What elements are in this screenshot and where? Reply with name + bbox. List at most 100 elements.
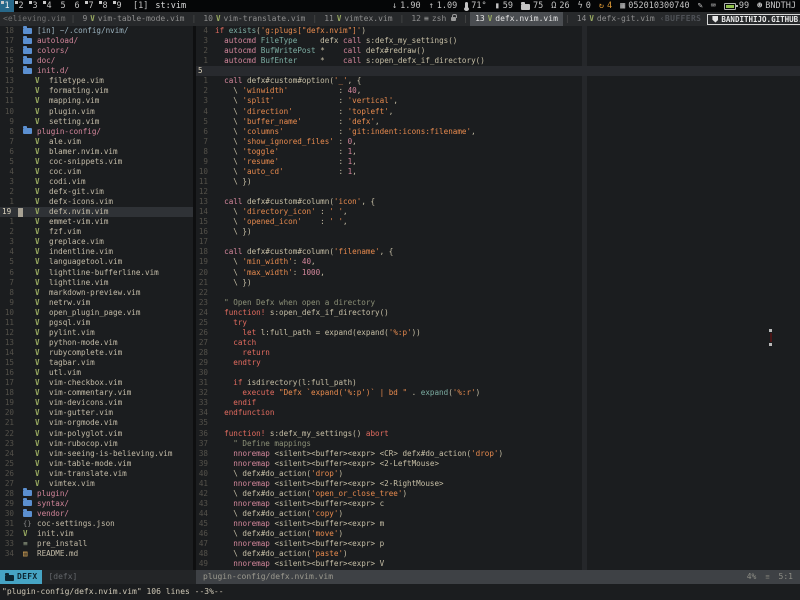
tree-item-filetype.vim[interactable]: 13Vfiletype.vim xyxy=(0,76,193,86)
code-line[interactable]: 23 " Open Defx when open a directory xyxy=(196,298,800,308)
workspace-tag-2[interactable]: 2 xyxy=(14,0,28,12)
workspace-tag-9[interactable]: 9 xyxy=(112,0,126,12)
tree-item-vendor[interactable]: 30vendor/ xyxy=(0,509,193,519)
code-line[interactable]: 40 \ defx#do_action('drop') xyxy=(196,469,800,479)
code-line[interactable]: 21 \ }) xyxy=(196,278,800,288)
buffer-tab-zsh[interactable]: 12≡zsh xyxy=(406,12,461,26)
code-line[interactable]: 45 nnoremap <silent><buffer><expr> m xyxy=(196,519,800,529)
tree-item-blamer.nvim.vim[interactable]: 6Vblamer.nvim.vim xyxy=(0,147,193,157)
tree-item-colors[interactable]: 16colors/ xyxy=(0,46,193,56)
code-line[interactable]: 16 \ }) xyxy=(196,227,800,237)
tree-item-vim-polyglot.vim[interactable]: 22Vvim-polyglot.vim xyxy=(0,429,193,439)
code-line[interactable]: 9 \ 'resume' : 1, xyxy=(196,157,800,167)
code-line[interactable]: 5 xyxy=(196,66,800,76)
tree-item-languagetool.vim[interactable]: 5Vlanguagetool.vim xyxy=(0,257,193,267)
workspace-tag-3[interactable]: 3 xyxy=(28,0,42,12)
tree-item-rubycomplete.vim[interactable]: 14Vrubycomplete.vim xyxy=(0,348,193,358)
code-line[interactable]: 26 let l:full_path = expand(expand('%:p'… xyxy=(196,328,800,338)
workspace-tag-4[interactable]: 4 xyxy=(42,0,56,12)
tree-item-vimtex.vim[interactable]: 27Vvimtex.vim xyxy=(0,479,193,489)
code-line[interactable]: 14 \ 'directory_icon' : ' ', xyxy=(196,207,800,217)
code-line[interactable]: 35 xyxy=(196,418,800,428)
tree-item-codi.vim[interactable]: 3Vcodi.vim xyxy=(0,177,193,187)
tree-item-preinstall[interactable]: 33≡pre_install xyxy=(0,539,193,549)
tree-item-plugin.vim[interactable]: 10Vplugin.vim xyxy=(0,107,193,117)
code-line[interactable]: 41 nnoremap <silent><buffer><expr> <2-Ri… xyxy=(196,479,800,489)
workspace-tag-7[interactable]: 7 xyxy=(84,0,98,12)
scrollbar-indicator[interactable] xyxy=(769,329,772,346)
code-line[interactable]: 49 nnoremap <silent><buffer><expr> V xyxy=(196,559,800,569)
tree-item-defx.nvim.vim[interactable]: 19Vdefx.nvim.vim xyxy=(0,207,193,217)
tree-item-pgsql.vim[interactable]: 11Vpgsql.vim xyxy=(0,318,193,328)
code-line[interactable]: 1 autocmd BufEnter * call s:open_defx_if… xyxy=(196,56,800,66)
tree-item-vim-commentary.vim[interactable]: 18Vvim-commentary.vim xyxy=(0,388,193,398)
tree-item-pylint.vim[interactable]: 12Vpylint.vim xyxy=(0,328,193,338)
tree-item-init.d[interactable]: 14init.d/ xyxy=(0,66,193,76)
code-line[interactable]: 39 nnoremap <silent><buffer><expr> <2-Le… xyxy=(196,459,800,469)
code-line[interactable]: 15 \ 'opened_icon' : ' ', xyxy=(196,217,800,227)
tree-item-vim-checkbox.vim[interactable]: 17Vvim-checkbox.vim xyxy=(0,378,193,388)
buffer-tab-defx-git.vim[interactable]: 14Vdefx-git.vim xyxy=(572,12,660,26)
tree-item-mapping.vim[interactable]: 11Vmapping.vim xyxy=(0,96,193,106)
code-line[interactable]: 12 xyxy=(196,187,800,197)
workspace-tag-1[interactable]: 1 xyxy=(0,0,14,12)
tree-item-vim-translate.vim[interactable]: 26Vvim-translate.vim xyxy=(0,469,193,479)
buffer-tab-defx.nvim.vim[interactable]: 13Vdefx.nvim.vim xyxy=(470,12,563,26)
code-line[interactable]: 30 xyxy=(196,368,800,378)
tree-item-lightline.vim[interactable]: 7Vlightline.vim xyxy=(0,278,193,288)
tree-item-markdown-preview.vim[interactable]: 8Vmarkdown-preview.vim xyxy=(0,288,193,298)
code-line[interactable]: 47 nnoremap <silent><buffer><expr> p xyxy=(196,539,800,549)
tree-item-tagbar.vim[interactable]: 15Vtagbar.vim xyxy=(0,358,193,368)
tree-item-lightline-bufferline.vim[interactable]: 6Vlightline-bufferline.vim xyxy=(0,268,193,278)
tree-item-vim-table-mode.vim[interactable]: 25Vvim-table-mode.vim xyxy=(0,459,193,469)
code-line[interactable]: 13 call defx#custom#column('icon', { xyxy=(196,197,800,207)
code-line[interactable]: 10 \ 'auto_cd' : 1, xyxy=(196,167,800,177)
command-line[interactable]: "plugin-config/defx.nvim.vim" 106 lines … xyxy=(0,584,800,600)
buffer-tab-vim-translate.vim[interactable]: 10Vvim-translate.vim xyxy=(198,12,310,26)
layout-indicator[interactable]: [1] xyxy=(133,0,148,12)
code-line[interactable]: 48 \ defx#do_action('paste') xyxy=(196,549,800,559)
tree-item-autoload[interactable]: 17autoload/ xyxy=(0,36,193,46)
tree-item-defx-git.vim[interactable]: 2Vdefx-git.vim xyxy=(0,187,193,197)
code-line[interactable]: 31 if isdirectory(l:full_path) xyxy=(196,378,800,388)
tree-item-indentline.vim[interactable]: 4Vindentline.vim xyxy=(0,247,193,257)
code-line[interactable]: 44 \ defx#do_action('copy') xyxy=(196,509,800,519)
code-line[interactable]: 32 execute "Defx `expand('%:p')` | bd " … xyxy=(196,388,800,398)
tree-item-README.md[interactable]: 34▤README.md xyxy=(0,549,193,559)
buffer-tab-vimtex.vim[interactable]: 11Vvimtex.vim xyxy=(319,12,397,26)
tree-item-coc-settings.json[interactable]: 31{}coc-settings.json xyxy=(0,519,193,529)
tree-item-fzf.vim[interactable]: 2Vfzf.vim xyxy=(0,227,193,237)
code-line[interactable]: 37 " Define mappings xyxy=(196,439,800,449)
tree-item-greplace.vim[interactable]: 3Vgreplace.vim xyxy=(0,237,193,247)
code-line[interactable]: 17 xyxy=(196,237,800,247)
tree-item-setting.vim[interactable]: 9Vsetting.vim xyxy=(0,117,193,127)
tree-item-python-mode.vim[interactable]: 13Vpython-mode.vim xyxy=(0,338,193,348)
tree-item-defx-icons.vim[interactable]: 1Vdefx-icons.vim xyxy=(0,197,193,207)
code-line[interactable]: 46 \ defx#do_action('move') xyxy=(196,529,800,539)
tree-item-vim-devicons.vim[interactable]: 19Vvim-devicons.vim xyxy=(0,398,193,408)
tree-item-emmet-vim.vim[interactable]: 1Vemmet-vim.vim xyxy=(0,217,193,227)
code-line[interactable]: 19 \ 'min_width': 40, xyxy=(196,257,800,267)
tree-item-plugin-config[interactable]: 8plugin-config/ xyxy=(0,127,193,137)
code-line[interactable]: 6 \ 'columns' : 'git:indent:icons:filena… xyxy=(196,127,800,137)
tree-item-vim-rubocop.vim[interactable]: 23Vvim-rubocop.vim xyxy=(0,439,193,449)
code-line[interactable]: 33 endif xyxy=(196,398,800,408)
code-line[interactable]: 25 try xyxy=(196,318,800,328)
tree-item-plugin[interactable]: 28plugin/ xyxy=(0,489,193,499)
code-line[interactable]: 4if exists('g:plugs["defx.nvim"]') xyxy=(196,26,800,36)
code-line[interactable]: 43 nnoremap <silent><buffer><expr> c xyxy=(196,499,800,509)
code-line[interactable]: 29 endtry xyxy=(196,358,800,368)
code-line[interactable]: 27 catch xyxy=(196,338,800,348)
tree-item-doc[interactable]: 15doc/ xyxy=(0,56,193,66)
tree-item-syntax[interactable]: 29syntax/ xyxy=(0,499,193,509)
code-line[interactable]: 20 \ 'max_width': 1000, xyxy=(196,268,800,278)
tree-item-openpluginpage.vim[interactable]: 10Vopen_plugin_page.vim xyxy=(0,308,193,318)
workspace-tag-8[interactable]: 8 xyxy=(98,0,112,12)
tree-item-coc.vim[interactable]: 4Vcoc.vim xyxy=(0,167,193,177)
code-line[interactable]: 24 function! s:open_defx_if_directory() xyxy=(196,308,800,318)
workspace-tag-6[interactable]: 6 xyxy=(70,0,84,12)
tree-item-vim-gutter.vim[interactable]: 20Vvim-gutter.vim xyxy=(0,408,193,418)
code-line[interactable]: 36 function! s:defx_my_settings() abort xyxy=(196,429,800,439)
code-line[interactable]: 42 \ defx#do_action('open_or_close_tree'… xyxy=(196,489,800,499)
code-line[interactable]: 38 nnoremap <silent><buffer><expr> <CR> … xyxy=(196,449,800,459)
